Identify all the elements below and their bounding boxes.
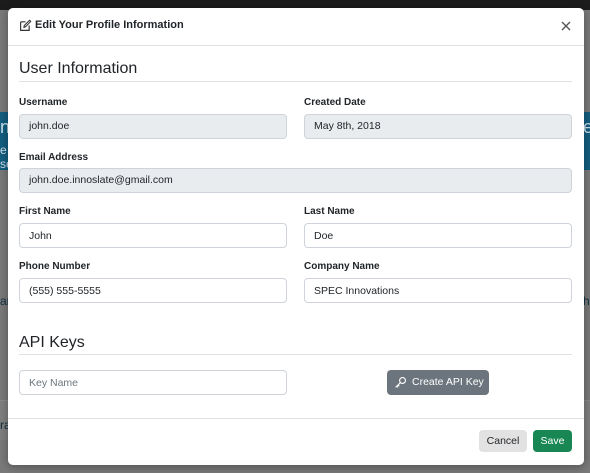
company-name-input[interactable] [304, 278, 572, 303]
first-name-input[interactable] [19, 223, 287, 248]
last-name-input[interactable] [304, 223, 572, 248]
create-api-key-label: Create API Key [412, 376, 484, 388]
phone-number-input[interactable] [19, 278, 287, 303]
email-label: Email Address [19, 152, 89, 163]
modal-footer-divider [8, 418, 584, 419]
username-label: Username [19, 97, 68, 108]
background-text-fragment: e [583, 117, 590, 137]
created-date-label: Created Date [304, 97, 366, 108]
company-name-label: Company Name [304, 261, 380, 272]
close-icon[interactable] [558, 18, 574, 34]
username-field: john.doe [19, 114, 287, 139]
email-field: john.doe.innoslate@gmail.com [19, 168, 572, 193]
api-keys-heading: API Keys [19, 334, 85, 351]
phone-number-label: Phone Number [19, 261, 91, 272]
key-icon [395, 376, 407, 388]
edit-profile-modal: Edit Your Profile Information User Infor… [8, 8, 584, 465]
modal-title: Edit Your Profile Information [35, 19, 184, 31]
section-divider [19, 81, 572, 82]
last-name-label: Last Name [304, 206, 355, 217]
created-date-field: May 8th, 2018 [304, 114, 572, 139]
first-name-label: First Name [19, 206, 71, 217]
modal-header: Edit Your Profile Information [8, 8, 584, 46]
cancel-button[interactable]: Cancel [479, 430, 527, 452]
save-button[interactable]: Save [533, 430, 572, 452]
key-name-input[interactable] [19, 370, 287, 395]
create-api-key-button[interactable]: Create API Key [387, 370, 489, 395]
user-information-heading: User Information [19, 60, 138, 77]
edit-icon [20, 19, 32, 31]
background-text-fragment: hi [583, 294, 590, 308]
section-divider [19, 354, 572, 355]
